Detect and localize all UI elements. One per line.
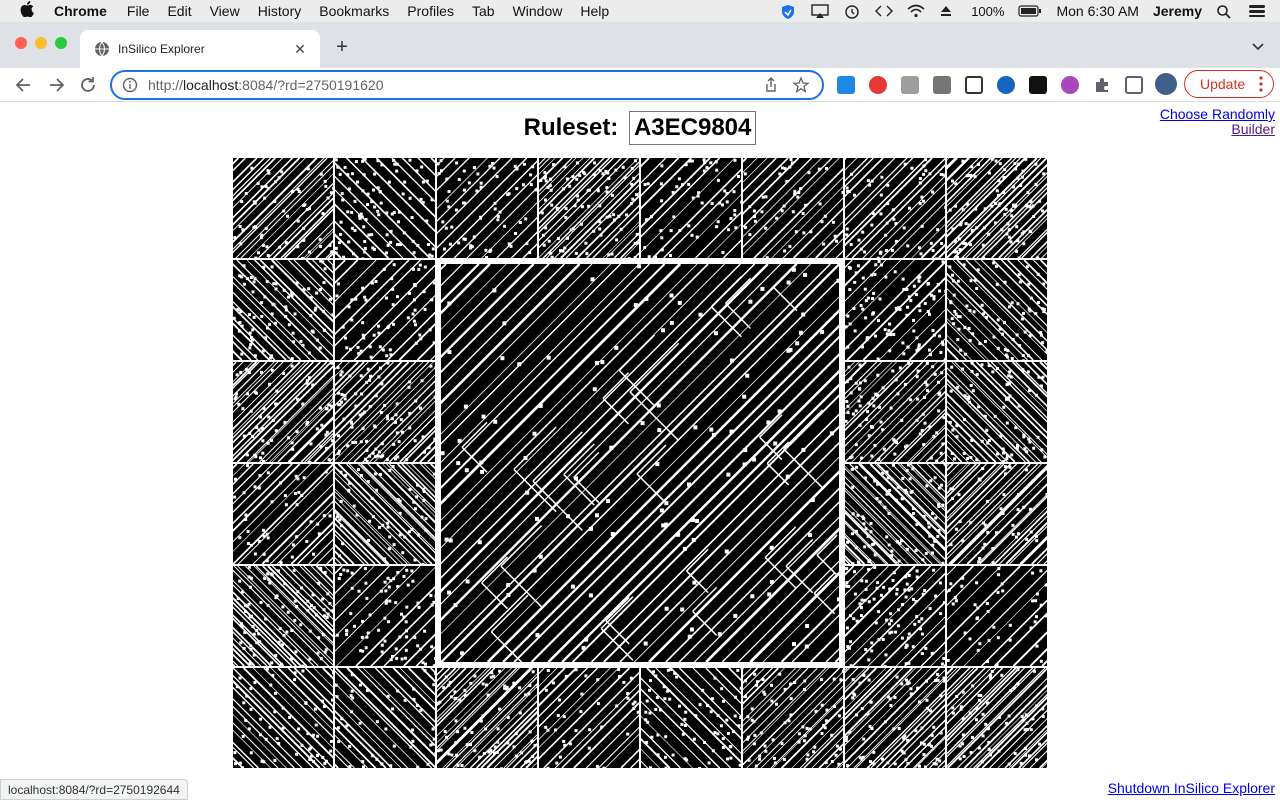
wifi-icon[interactable]	[907, 4, 925, 18]
tab-search-chevron-icon[interactable]	[1250, 38, 1266, 54]
menu-window[interactable]: Window	[513, 3, 563, 19]
shield-icon[interactable]	[779, 4, 797, 19]
battery-icon[interactable]	[1018, 4, 1042, 18]
ruleset-thumbnail-grid	[233, 158, 1048, 768]
update-button[interactable]: Update	[1184, 70, 1274, 98]
shutdown-link[interactable]: Shutdown InSilico Explorer	[1108, 780, 1275, 796]
extension-color-icon[interactable]	[1061, 76, 1079, 94]
menu-tab[interactable]: Tab	[472, 3, 495, 19]
ruleset-label: Ruleset:	[523, 114, 619, 141]
menu-history[interactable]: History	[258, 3, 302, 19]
ruleset-heading: Ruleset: A3EC9804	[0, 111, 1280, 145]
apple-menu-icon[interactable]	[20, 1, 36, 21]
browser-tab[interactable]: InSilico Explorer ✕	[80, 30, 320, 68]
extension-layers-icon[interactable]	[965, 76, 983, 94]
url-rest: :8084/?rd=2750191620	[238, 77, 384, 93]
site-info-icon[interactable]	[122, 77, 138, 93]
share-icon[interactable]	[762, 76, 780, 94]
time-machine-icon[interactable]	[843, 4, 861, 19]
side-panel-icon[interactable]	[1125, 76, 1143, 94]
extension-window-icon[interactable]	[837, 76, 855, 94]
tab-title: InSilico Explorer	[118, 42, 205, 56]
forward-icon[interactable]	[45, 74, 67, 96]
globe-icon	[94, 41, 110, 57]
clock[interactable]: Mon 6:30 AM	[1056, 3, 1139, 19]
browser-toolbar: http://localhost:8084/?rd=2750191620 Upd…	[0, 68, 1280, 102]
menu-view[interactable]: View	[210, 3, 240, 19]
close-window-button[interactable]	[15, 37, 27, 49]
control-center-icon[interactable]	[1248, 4, 1266, 18]
extension-box-icon[interactable]	[933, 76, 951, 94]
menu-profiles[interactable]: Profiles	[407, 3, 454, 19]
adblock-icon[interactable]	[869, 76, 887, 94]
top-links: Choose Randomly Builder	[1160, 107, 1275, 137]
extension-search-icon[interactable]	[997, 76, 1015, 94]
new-tab-button[interactable]: +	[332, 36, 352, 59]
spotlight-search-icon[interactable]	[1216, 4, 1234, 19]
back-icon[interactable]	[13, 74, 35, 96]
builder-link[interactable]: Builder	[1160, 122, 1275, 137]
eject-icon[interactable]	[939, 4, 957, 18]
minimize-window-button[interactable]	[35, 37, 47, 49]
page-content: Ruleset: A3EC9804 Choose Randomly Builde…	[0, 103, 1280, 800]
code-icon[interactable]	[875, 4, 894, 18]
menu-bookmarks[interactable]: Bookmarks	[319, 3, 389, 19]
choose-randomly-link[interactable]: Choose Randomly	[1160, 107, 1275, 122]
url-prefix: http://	[148, 77, 184, 93]
zoom-window-button[interactable]	[55, 37, 67, 49]
menu-edit[interactable]: Edit	[167, 3, 191, 19]
url-host: localhost	[183, 77, 239, 93]
extensions-puzzle-icon[interactable]	[1093, 76, 1111, 94]
close-tab-icon[interactable]: ✕	[290, 41, 310, 58]
user-name[interactable]: Jeremy	[1153, 3, 1202, 19]
menu-file[interactable]: File	[127, 3, 150, 19]
update-label: Update	[1200, 76, 1246, 92]
js-extension-icon[interactable]	[901, 76, 919, 94]
airplay-icon[interactable]	[811, 4, 829, 18]
menubar-app-name[interactable]: Chrome	[54, 3, 107, 19]
status-bubble: localhost:8084/?rd=2750192644	[0, 779, 188, 800]
bookmark-star-icon[interactable]	[792, 76, 810, 94]
menu-help[interactable]: Help	[580, 3, 609, 19]
profile-avatar[interactable]	[1155, 73, 1177, 95]
ruleset-input[interactable]: A3EC9804	[628, 111, 757, 145]
macos-menubar: Chrome File Edit View History Bookmarks …	[0, 0, 1280, 22]
reload-icon[interactable]	[77, 74, 99, 96]
address-bar[interactable]: http://localhost:8084/?rd=2750191620	[110, 70, 824, 100]
url-text[interactable]: http://localhost:8084/?rd=2750191620	[148, 77, 762, 93]
extension-mask-icon[interactable]	[1029, 76, 1047, 94]
more-menu-icon[interactable]	[1259, 75, 1263, 93]
battery-percent: 100%	[971, 3, 1005, 19]
thumbnail-grid-svg	[233, 158, 1047, 768]
